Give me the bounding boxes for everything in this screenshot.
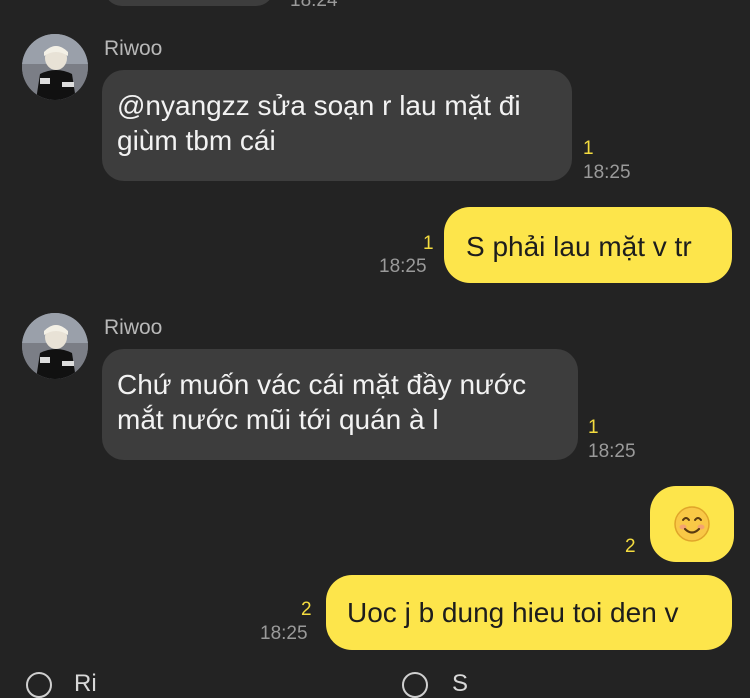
message-text: S phải lau mặt v tr	[466, 231, 692, 262]
message-time: 18:25	[583, 162, 631, 183]
smiling-face-emoji-icon	[674, 506, 710, 542]
unread-count: 1	[583, 138, 594, 159]
message-time: 18:25	[260, 623, 308, 644]
profile-photo-icon	[22, 313, 88, 379]
avatar[interactable]	[22, 34, 88, 100]
message-time: 18:25	[379, 256, 427, 277]
partial-reaction-icon[interactable]	[26, 672, 52, 698]
incoming-message-bubble[interactable]: @nyangzz sửa soạn r lau mặt đi giùm tbm …	[102, 70, 572, 181]
previous-message-time: 18:24	[290, 0, 338, 11]
partial-reaction-icon[interactable]	[402, 672, 428, 698]
unread-count: 1	[423, 233, 434, 254]
message-text: mắt nước mũi tới quán à l	[117, 404, 439, 435]
unread-count: 2	[301, 599, 312, 620]
incoming-message-bubble[interactable]: Chứ muốn vác cái mặt đầy nước mắt nước m…	[102, 349, 578, 460]
sender-name: Riwoo	[104, 316, 163, 339]
outgoing-message-bubble[interactable]: S phải lau mặt v tr	[444, 207, 732, 283]
sender-name: Riwoo	[104, 37, 163, 60]
profile-photo-icon	[22, 34, 88, 100]
message-text: Chứ muốn vác cái mặt đầy nước	[117, 369, 527, 400]
previous-message-bubble[interactable]	[104, 0, 274, 6]
message-time: 18:25	[588, 441, 636, 462]
unread-count: 1	[588, 417, 599, 438]
avatar[interactable]	[22, 313, 88, 379]
outgoing-emoji-bubble[interactable]	[650, 486, 734, 562]
outgoing-message-bubble[interactable]: Uoc j b dung hieu toi den v	[326, 575, 732, 650]
partial-text: Ri	[74, 670, 97, 697]
message-text: giùm tbm cái	[117, 125, 276, 156]
message-text: @nyangzz sửa soạn r lau mặt đi	[117, 90, 521, 121]
partial-text: S	[452, 670, 469, 697]
unread-count: 2	[625, 536, 636, 557]
message-text: Uoc j b dung hieu toi den v	[347, 597, 679, 628]
